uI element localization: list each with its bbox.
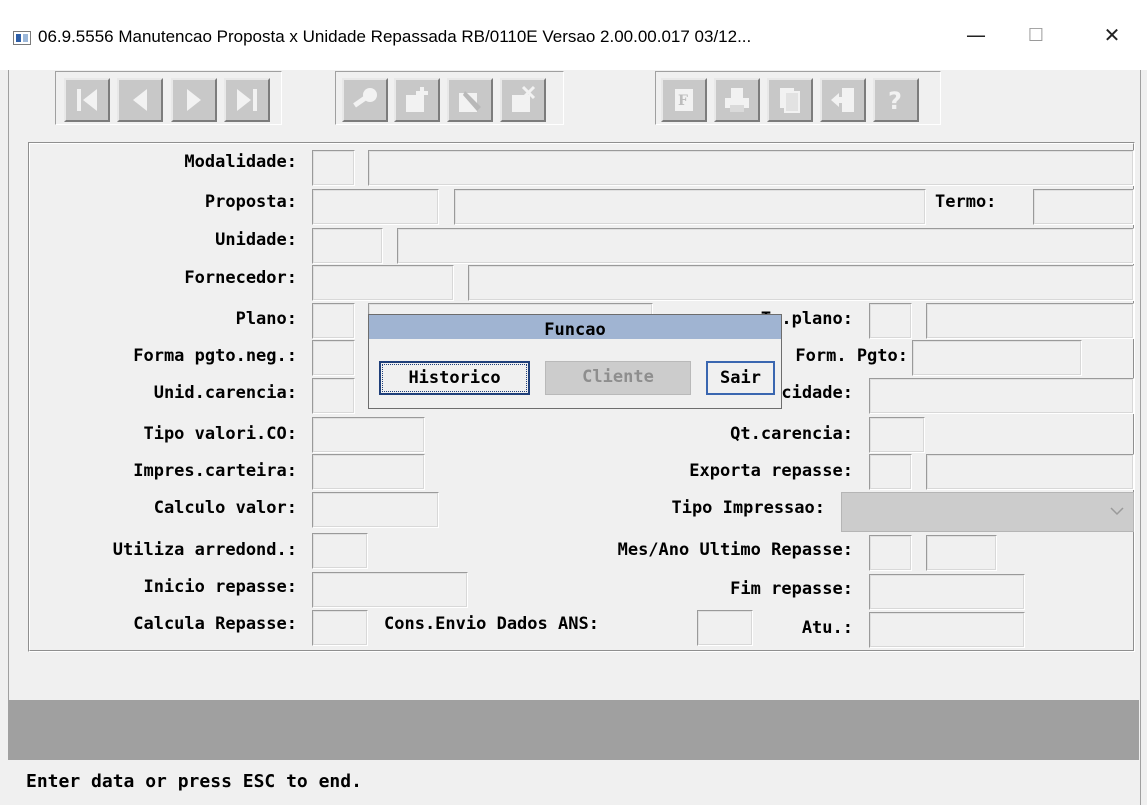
tp-plano-code-field[interactable] — [869, 303, 912, 339]
delete-record-icon — [512, 85, 536, 112]
maximize-button[interactable]: ☐ — [1012, 16, 1060, 54]
fornecedor-description-field[interactable] — [468, 265, 1134, 301]
print-icon — [725, 88, 749, 112]
modalidade-code-field[interactable] — [312, 150, 355, 186]
sair-button[interactable]: Sair — [706, 361, 775, 395]
chevron-down-icon — [1110, 507, 1124, 516]
calcula-repasse-label: Calcula Repasse: — [133, 614, 297, 634]
unid-carencia-label: Unid.carencia: — [153, 383, 297, 403]
atu-field[interactable] — [869, 612, 1025, 648]
proposta-code-field[interactable] — [312, 189, 439, 225]
svg-text:F: F — [678, 93, 688, 109]
utiliza-arredond-label: Utiliza arredond.: — [112, 540, 297, 560]
fim-repasse-label: Fim repasse: — [730, 579, 853, 599]
unidade-code-field[interactable] — [312, 228, 383, 264]
ultimo-repasse-month-field[interactable] — [869, 535, 912, 571]
last-record-icon — [237, 89, 257, 111]
help-question-icon: ? — [888, 87, 902, 115]
first-record-icon — [77, 89, 97, 111]
tipo-impressao-select[interactable] — [841, 492, 1134, 532]
cons-envio-dados-ans-label: Cons.Envio Dados ANS: — [384, 614, 599, 634]
forma-pgto-neg-label: Forma pgto.neg.: — [133, 346, 297, 366]
termo-field[interactable] — [1033, 189, 1134, 225]
copy-pages-icon — [780, 88, 800, 113]
delete-record-button[interactable] — [500, 78, 546, 122]
modalidade-label: Modalidade: — [184, 152, 297, 172]
calcula-repasse-field[interactable] — [312, 610, 368, 646]
tp-plano-description-field[interactable] — [926, 303, 1134, 339]
calculo-valor-field[interactable] — [312, 492, 439, 528]
exporta-repasse-description-field[interactable] — [926, 454, 1134, 490]
fornecedor-code-field[interactable] — [312, 265, 454, 301]
impres-carteira-field[interactable] — [312, 454, 425, 490]
unidade-label: Unidade: — [215, 230, 297, 250]
unidade-description-field[interactable] — [397, 228, 1134, 264]
proposta-description-field[interactable] — [454, 189, 926, 225]
form-pgto-label: Form. Pgto: — [795, 346, 908, 366]
fim-repasse-field[interactable] — [869, 574, 1025, 610]
qt-carencia-label: Qt.carencia: — [730, 424, 853, 444]
periodicidade-field[interactable] — [869, 378, 1134, 414]
form-pgto-field[interactable] — [912, 340, 1082, 376]
utiliza-arredond-field[interactable] — [312, 533, 368, 569]
app-icon[interactable] — [13, 31, 31, 45]
cliente-button[interactable]: Cliente — [545, 361, 691, 395]
calculo-valor-label: Calculo valor: — [153, 498, 297, 518]
modify-record-icon — [459, 91, 481, 112]
inicio-repasse-field[interactable] — [312, 572, 468, 608]
impres-carteira-label: Impres.carteira: — [133, 461, 297, 481]
historico-button[interactable]: Historico — [379, 361, 530, 395]
print-button[interactable] — [714, 78, 760, 122]
qt-carencia-field[interactable] — [869, 417, 925, 453]
ultimo-repasse-year-field[interactable] — [926, 535, 997, 571]
exit-door-icon — [831, 88, 854, 112]
plano-code-field[interactable] — [312, 303, 355, 339]
close-button[interactable]: ✕ — [1088, 16, 1136, 54]
exit-button[interactable] — [820, 78, 866, 122]
historico-button-label: Historico — [382, 364, 527, 392]
filter-f-icon: F — [675, 89, 693, 111]
proposta-label: Proposta: — [204, 192, 297, 212]
first-record-button[interactable] — [64, 78, 110, 122]
dialog-title: Funcao — [369, 315, 781, 340]
previous-record-icon — [133, 89, 147, 111]
forma-pgto-neg-field[interactable] — [312, 340, 355, 376]
svg-text:?: ? — [888, 87, 902, 115]
window-title: 06.9.5556 Manutencao Proposta x Unidade … — [38, 27, 752, 46]
mes-ano-ultimo-repasse-label: Mes/Ano Ultimo Repasse: — [617, 540, 853, 560]
next-record-icon — [187, 89, 201, 111]
modify-record-button[interactable] — [447, 78, 493, 122]
filter-button[interactable]: F — [661, 78, 707, 122]
next-record-button[interactable] — [171, 78, 217, 122]
add-record-button[interactable] — [394, 78, 440, 122]
exporta-repasse-code-field[interactable] — [869, 454, 912, 490]
termo-label: Termo: — [935, 192, 997, 212]
modalidade-description-field[interactable] — [368, 150, 1134, 186]
last-record-button[interactable] — [224, 78, 270, 122]
copy-button[interactable] — [767, 78, 813, 122]
tipo-valori-co-field[interactable] — [312, 417, 425, 453]
tipo-valori-co-label: Tipo valori.CO: — [143, 424, 297, 444]
search-button[interactable] — [342, 78, 388, 122]
previous-record-button[interactable] — [117, 78, 163, 122]
atu-label: Atu.: — [801, 618, 853, 638]
tipo-impressao-label: Tipo Impressao: — [671, 498, 825, 518]
minimize-button[interactable]: — — [952, 16, 1000, 54]
cons-envio-dados-ans-field[interactable] — [697, 610, 753, 646]
exporta-repasse-label: Exporta repasse: — [689, 461, 853, 481]
add-record-icon — [406, 87, 428, 112]
status-message: Enter data or press ESC to end. — [26, 771, 362, 792]
search-key-icon — [353, 88, 377, 108]
inicio-repasse-label: Inicio repasse: — [143, 577, 297, 597]
unid-carencia-field[interactable] — [312, 378, 355, 414]
fornecedor-label: Fornecedor: — [184, 268, 297, 288]
status-bar — [8, 700, 1139, 760]
plano-label: Plano: — [235, 309, 297, 329]
help-button[interactable]: ? — [873, 78, 919, 122]
